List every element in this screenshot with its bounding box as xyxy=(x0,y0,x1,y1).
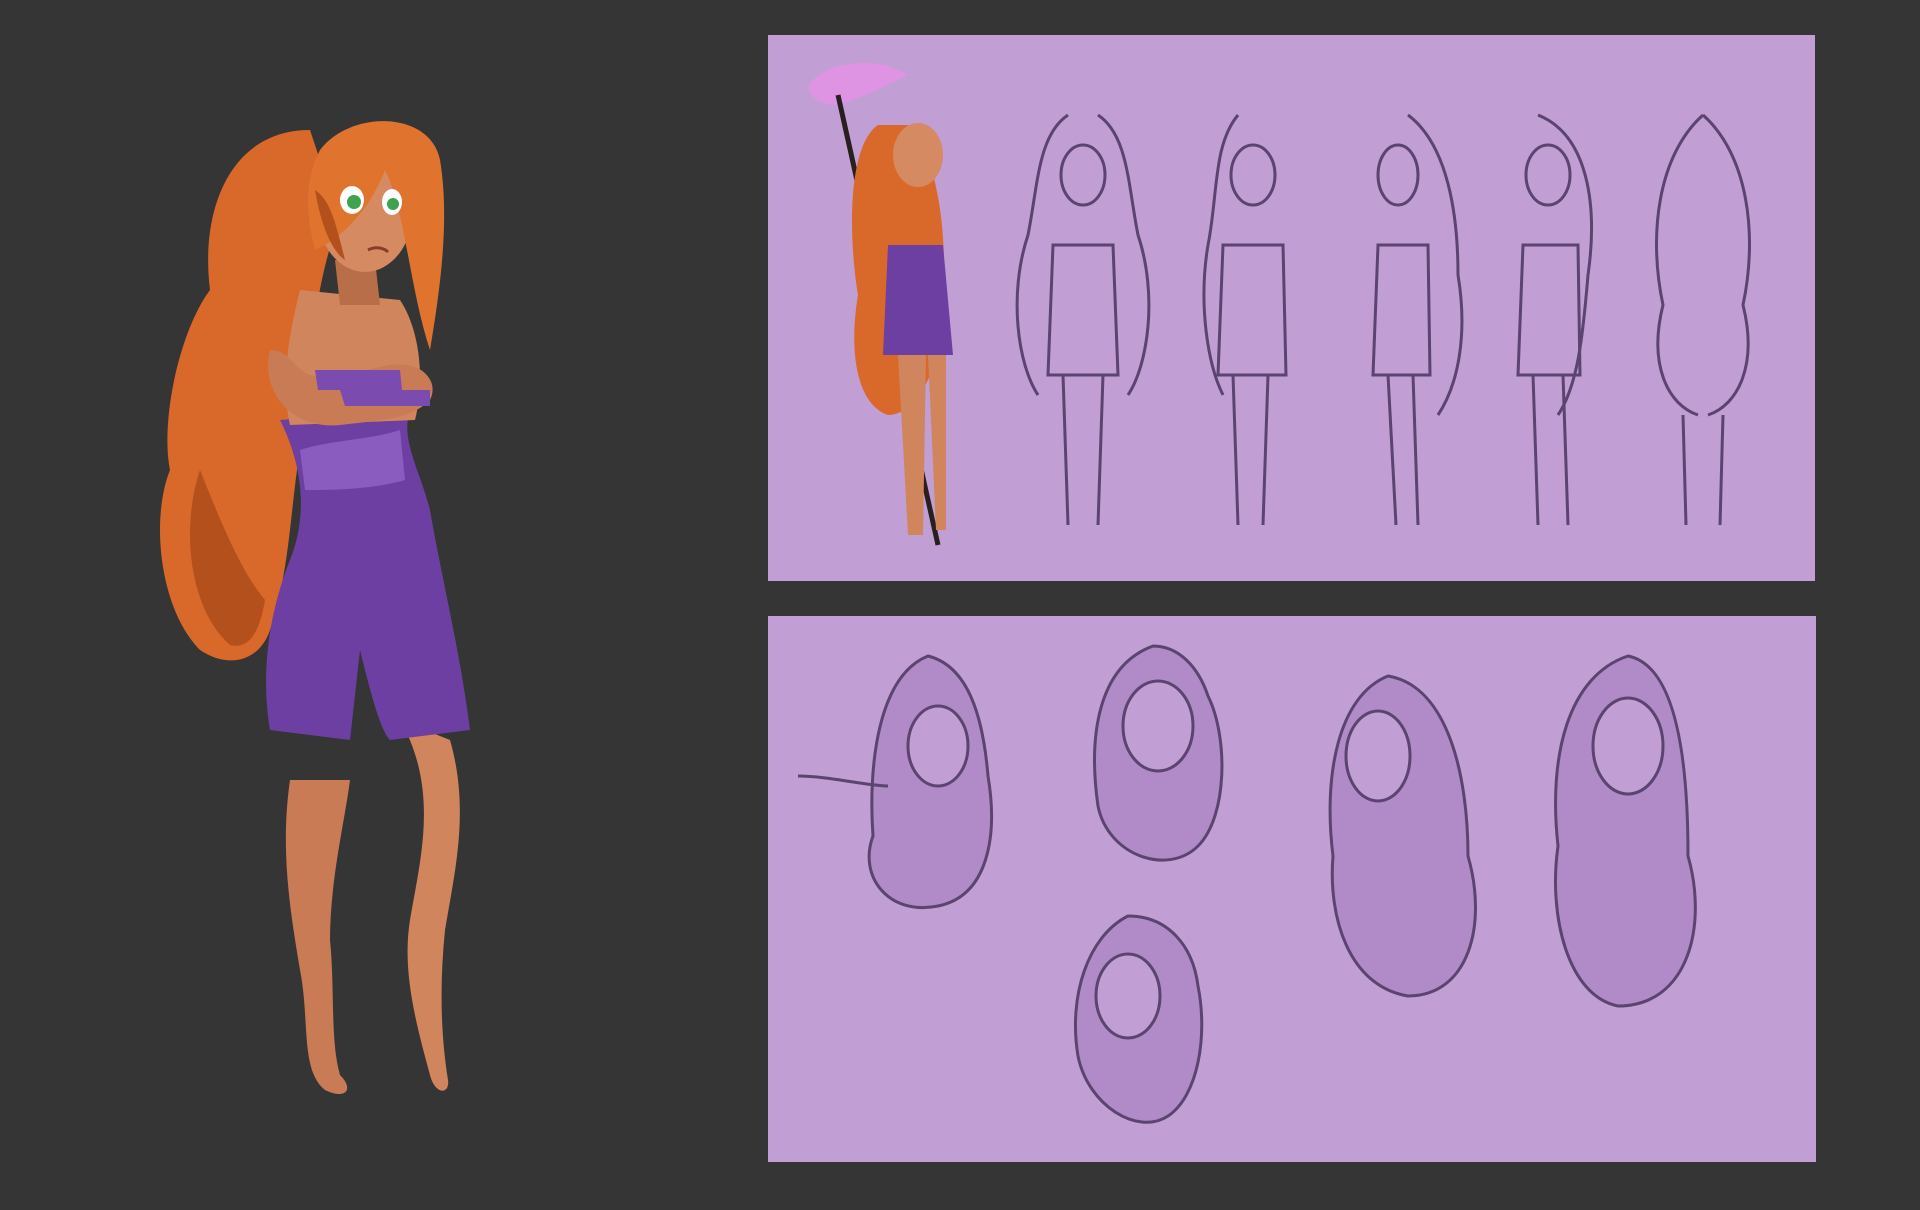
turnaround-panel xyxy=(768,35,1815,581)
staff-glow xyxy=(808,62,908,105)
character-illustration xyxy=(160,121,470,1095)
sketch-pose-back xyxy=(1655,113,1751,526)
expressions-panel xyxy=(768,616,1816,1162)
expression-head-5 xyxy=(1554,654,1697,1008)
sketch-pose-front xyxy=(1015,113,1151,526)
figure-face xyxy=(893,123,943,187)
sketch-pose-three-quarter xyxy=(1202,114,1288,526)
turnaround-drawing xyxy=(808,62,1751,546)
figure-dress xyxy=(883,245,953,355)
colored-figure-with-staff xyxy=(808,62,953,546)
sketch-pose-back-three-quarter xyxy=(1516,113,1593,526)
figure-legs xyxy=(898,355,946,535)
sketch-pose-side xyxy=(1371,113,1464,526)
expressions-drawing xyxy=(797,644,1697,1124)
expression-head-2 xyxy=(1093,644,1224,862)
leg-left xyxy=(285,780,350,1095)
expression-head-3 xyxy=(1073,914,1204,1124)
expression-head-4 xyxy=(1328,674,1477,998)
expression-head-1 xyxy=(797,654,993,909)
leg-right xyxy=(400,720,460,1091)
